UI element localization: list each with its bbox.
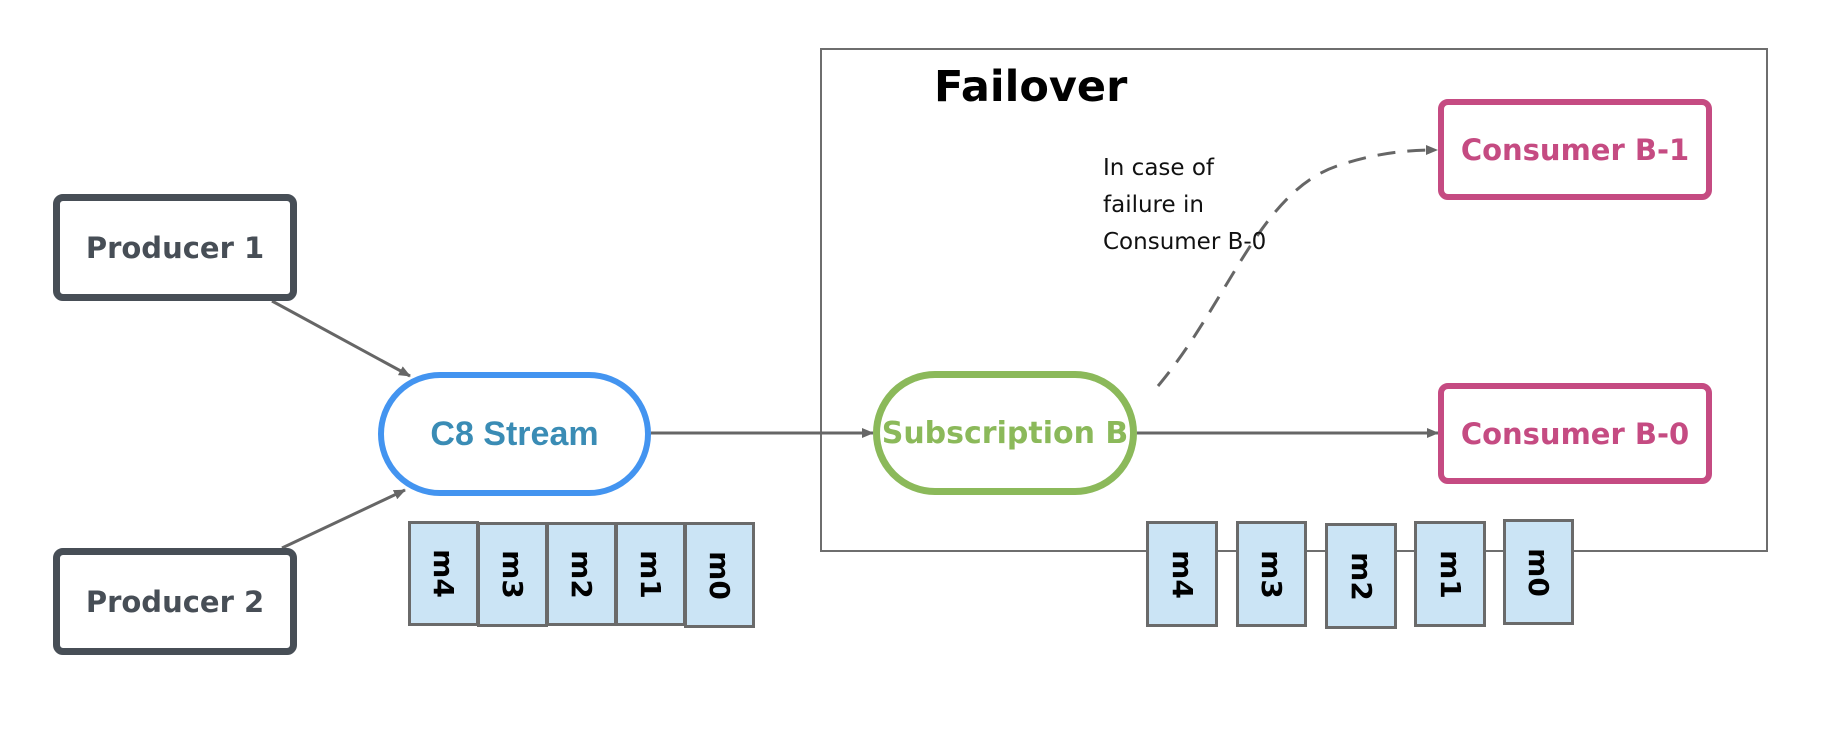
- message-label: m4: [426, 549, 460, 598]
- producer-2-node[interactable]: Producer 2: [53, 548, 297, 655]
- message-label: m0: [1521, 547, 1555, 597]
- stream-message: m1: [615, 522, 686, 626]
- c8-stream-node[interactable]: C8 Stream: [378, 372, 651, 496]
- subscription-b-label: Subscription B: [881, 415, 1129, 451]
- message-label: m3: [1254, 549, 1288, 599]
- subscription-message: m1: [1414, 521, 1486, 627]
- subscription-message: m3: [1236, 521, 1307, 627]
- message-label: m1: [633, 549, 667, 599]
- producer-1-label: Producer 1: [85, 230, 265, 265]
- message-label: m4: [1165, 549, 1199, 599]
- producer-2-label: Producer 2: [85, 584, 265, 619]
- stream-message: m4: [408, 521, 479, 626]
- arrow-producer1-to-stream: [271, 299, 411, 378]
- message-label: m0: [702, 550, 736, 600]
- c8-stream-label: C8 Stream: [430, 414, 599, 453]
- stream-message: m0: [684, 522, 755, 628]
- message-label: m3: [495, 550, 529, 599]
- message-label: m2: [1344, 551, 1378, 601]
- stream-message: m2: [546, 522, 617, 626]
- stream-message: m3: [477, 522, 548, 627]
- consumer-b0-node[interactable]: Consumer B-0: [1438, 383, 1712, 484]
- consumer-b0-label: Consumer B-0: [1460, 416, 1690, 451]
- producer-1-node[interactable]: Producer 1: [53, 194, 297, 301]
- subscription-message: m4: [1146, 521, 1218, 627]
- consumer-b1-node[interactable]: Consumer B-1: [1438, 99, 1712, 200]
- failover-title: Failover: [934, 62, 1128, 112]
- subscription-message: m2: [1325, 523, 1397, 629]
- subscription-message: m0: [1503, 519, 1574, 625]
- message-label: m2: [564, 549, 598, 599]
- failover-note: In case of failure in Consumer B-0: [1103, 155, 1267, 255]
- consumer-b1-label: Consumer B-1: [1460, 132, 1690, 167]
- arrow-producer2-to-stream: [281, 488, 406, 550]
- subscription-b-node[interactable]: Subscription B: [873, 371, 1137, 495]
- message-label: m1: [1433, 549, 1467, 599]
